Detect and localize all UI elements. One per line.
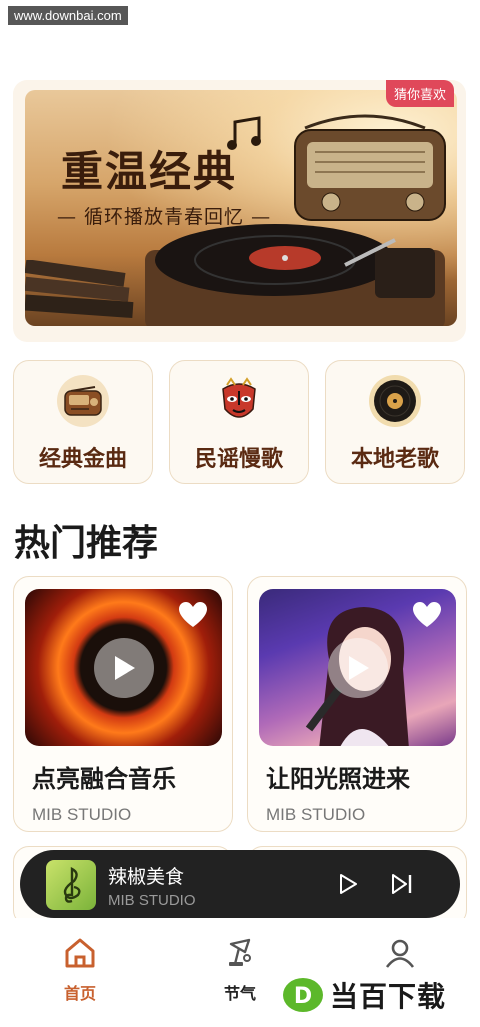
album-cover	[25, 589, 222, 746]
category-label: 本地老歌	[350, 447, 439, 472]
turntable-illustration	[145, 224, 445, 326]
play-icon[interactable]	[336, 872, 360, 896]
play-icon	[114, 655, 135, 680]
player-artist: MIB STUDIO	[108, 892, 196, 909]
nav-festival[interactable]: 节气	[200, 936, 280, 1004]
home-icon	[65, 938, 95, 968]
song-title: 点亮融合音乐	[32, 765, 176, 793]
svg-text:D: D	[294, 984, 312, 1009]
nav-label: 首页	[63, 984, 96, 1003]
brand-watermark-text: 当百下载	[330, 980, 447, 1013]
vinyl-record-icon	[369, 375, 421, 427]
brand-watermark: D 当百下载	[282, 975, 446, 1015]
profile-icon	[385, 939, 415, 968]
heart-icon[interactable]	[178, 601, 208, 629]
banner-subtitle: — 循环播放青春回忆 —	[57, 206, 272, 228]
play-button[interactable]	[93, 637, 154, 698]
category-label: 民谣慢歌	[194, 447, 283, 472]
records-stack-illustration	[25, 260, 134, 319]
recommend-card[interactable]: 让阳光照进来 MIB STUDIO	[247, 576, 467, 832]
player-song-title: 辣椒美食	[108, 866, 185, 888]
recommend-badge: 猜你喜欢	[385, 80, 454, 107]
song-artist: MIB STUDIO	[32, 805, 132, 824]
brand-logo-icon: D	[283, 978, 323, 1012]
hero-banner[interactable]: 重温经典 — 循环播放青春回忆 — 猜你喜欢	[13, 80, 466, 342]
next-track-icon[interactable]	[390, 872, 414, 896]
player-cover	[46, 860, 96, 910]
mini-player[interactable]: 辣椒美食 MIB STUDIO	[20, 850, 460, 918]
banner-image: 重温经典 — 循环播放青春回忆 —	[25, 90, 457, 326]
site-watermark: www.downbai.com	[8, 6, 128, 25]
play-button[interactable]	[327, 637, 388, 698]
nav-profile[interactable]	[360, 936, 440, 980]
heart-icon[interactable]	[412, 601, 442, 629]
category-local-oldies[interactable]: 本地老歌	[325, 360, 465, 484]
play-icon	[348, 655, 369, 680]
category-folk-ballads[interactable]: 民谣慢歌	[169, 360, 309, 484]
opera-mask-icon	[213, 375, 265, 427]
radio-icon	[57, 375, 109, 427]
recommend-card[interactable]: 点亮融合音乐 MIB STUDIO	[13, 576, 233, 832]
song-artist: MIB STUDIO	[266, 805, 366, 824]
treble-clef-icon	[63, 867, 81, 903]
festival-icon	[229, 938, 251, 966]
category-classic-hits[interactable]: 经典金曲	[13, 360, 153, 484]
section-title: 热门推荐	[14, 523, 159, 564]
banner-title: 重温经典	[61, 147, 238, 196]
album-cover	[259, 589, 456, 746]
nav-label: 节气	[223, 984, 256, 1003]
radio-illustration	[294, 114, 446, 221]
category-label: 经典金曲	[38, 447, 127, 472]
nav-home[interactable]: 首页	[40, 936, 120, 1004]
song-title: 让阳光照进来	[266, 765, 410, 793]
